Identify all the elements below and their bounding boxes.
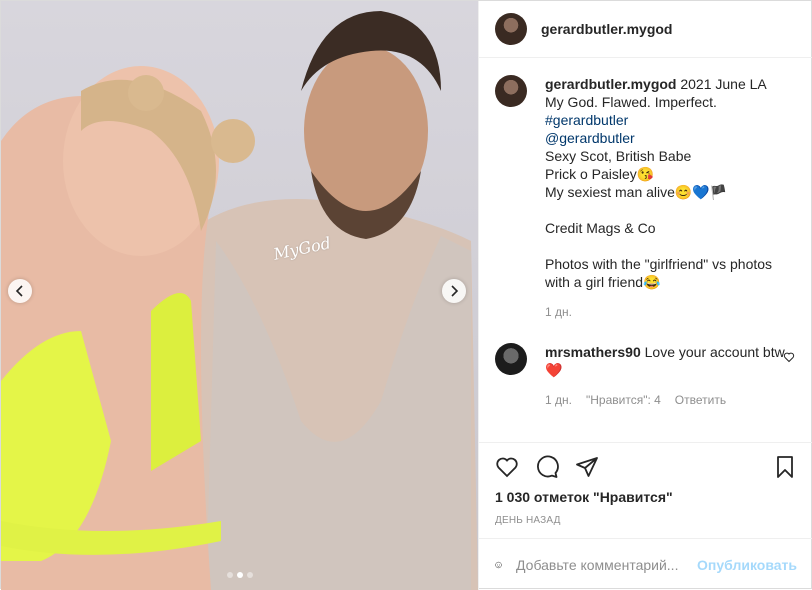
previous-slide-button[interactable] — [8, 279, 32, 303]
caption-text: 2021 June LA — [680, 76, 767, 92]
next-slide-button[interactable] — [442, 279, 466, 303]
caption-text: My God. Flawed. Imperfect. — [545, 94, 717, 110]
caption-text: Photos with the "girlfriend" vs photos w… — [545, 256, 773, 290]
slide-dot — [246, 572, 253, 578]
header-username[interactable]: gerardbutler.mygod — [541, 21, 672, 37]
caption-text: Prick o Paisley😘 — [545, 166, 655, 182]
comment-username[interactable]: mrsmathers90 — [545, 344, 641, 360]
publish-button[interactable]: Опубликовать — [697, 557, 797, 573]
caption-text: My sexiest man alive😊💙🏴 — [545, 184, 728, 200]
emoji-icon[interactable] — [495, 552, 502, 578]
caption-text: Sexy Scot, British Babe — [545, 148, 692, 164]
comment-item: mrsmathers90 Love your account btw ❤️ 1 … — [495, 343, 797, 409]
chevron-left-icon — [15, 285, 23, 297]
slide-dot-active — [236, 572, 243, 578]
post-actions: 1 030 отметок "Нравится" ДЕНЬ НАЗАД — [479, 442, 812, 526]
share-icon[interactable] — [575, 455, 599, 479]
caption-username[interactable]: gerardbutler.mygod — [545, 76, 676, 92]
avatar[interactable] — [495, 343, 527, 375]
comment-like-icon[interactable] — [783, 351, 795, 363]
post-date[interactable]: ДЕНЬ НАЗАД — [495, 515, 797, 526]
avatar[interactable] — [495, 13, 527, 45]
timestamp[interactable]: 1 дн. — [545, 303, 572, 321]
comment-input[interactable] — [516, 556, 698, 573]
mention-link[interactable]: @gerardbutler — [545, 129, 785, 147]
comments-section: gerardbutler.mygod 2021 June LA My God. … — [479, 59, 812, 441]
comment-timestamp[interactable]: 1 дн. — [545, 391, 572, 409]
hashtag-link[interactable]: #gerardbutler — [545, 111, 785, 129]
comment-icon[interactable] — [535, 455, 559, 479]
caption: gerardbutler.mygod 2021 June LA My God. … — [495, 75, 797, 321]
caption-text: Credit Mags & Co — [545, 220, 656, 236]
chevron-right-icon — [451, 285, 459, 297]
post-header: gerardbutler.mygod — [479, 1, 812, 58]
likes-count[interactable]: 1 030 отметок "Нравится" — [495, 489, 797, 505]
comment-likes[interactable]: "Нравится": 4 — [586, 391, 661, 409]
add-comment-bar: Опубликовать — [479, 538, 812, 590]
avatar[interactable] — [495, 75, 527, 107]
post-sidebar: gerardbutler.mygod gerardbutler.mygod 20… — [478, 1, 812, 590]
like-icon[interactable] — [495, 455, 519, 479]
reply-button[interactable]: Ответить — [675, 391, 726, 409]
post: MyGod gerardbutler.mygod gerardbutler.my… — [0, 0, 812, 590]
slide-indicator — [1, 572, 478, 578]
bookmark-icon[interactable] — [773, 455, 797, 479]
post-photo — [1, 11, 478, 590]
slide-dot — [226, 572, 233, 578]
post-media[interactable]: MyGod — [1, 1, 478, 590]
